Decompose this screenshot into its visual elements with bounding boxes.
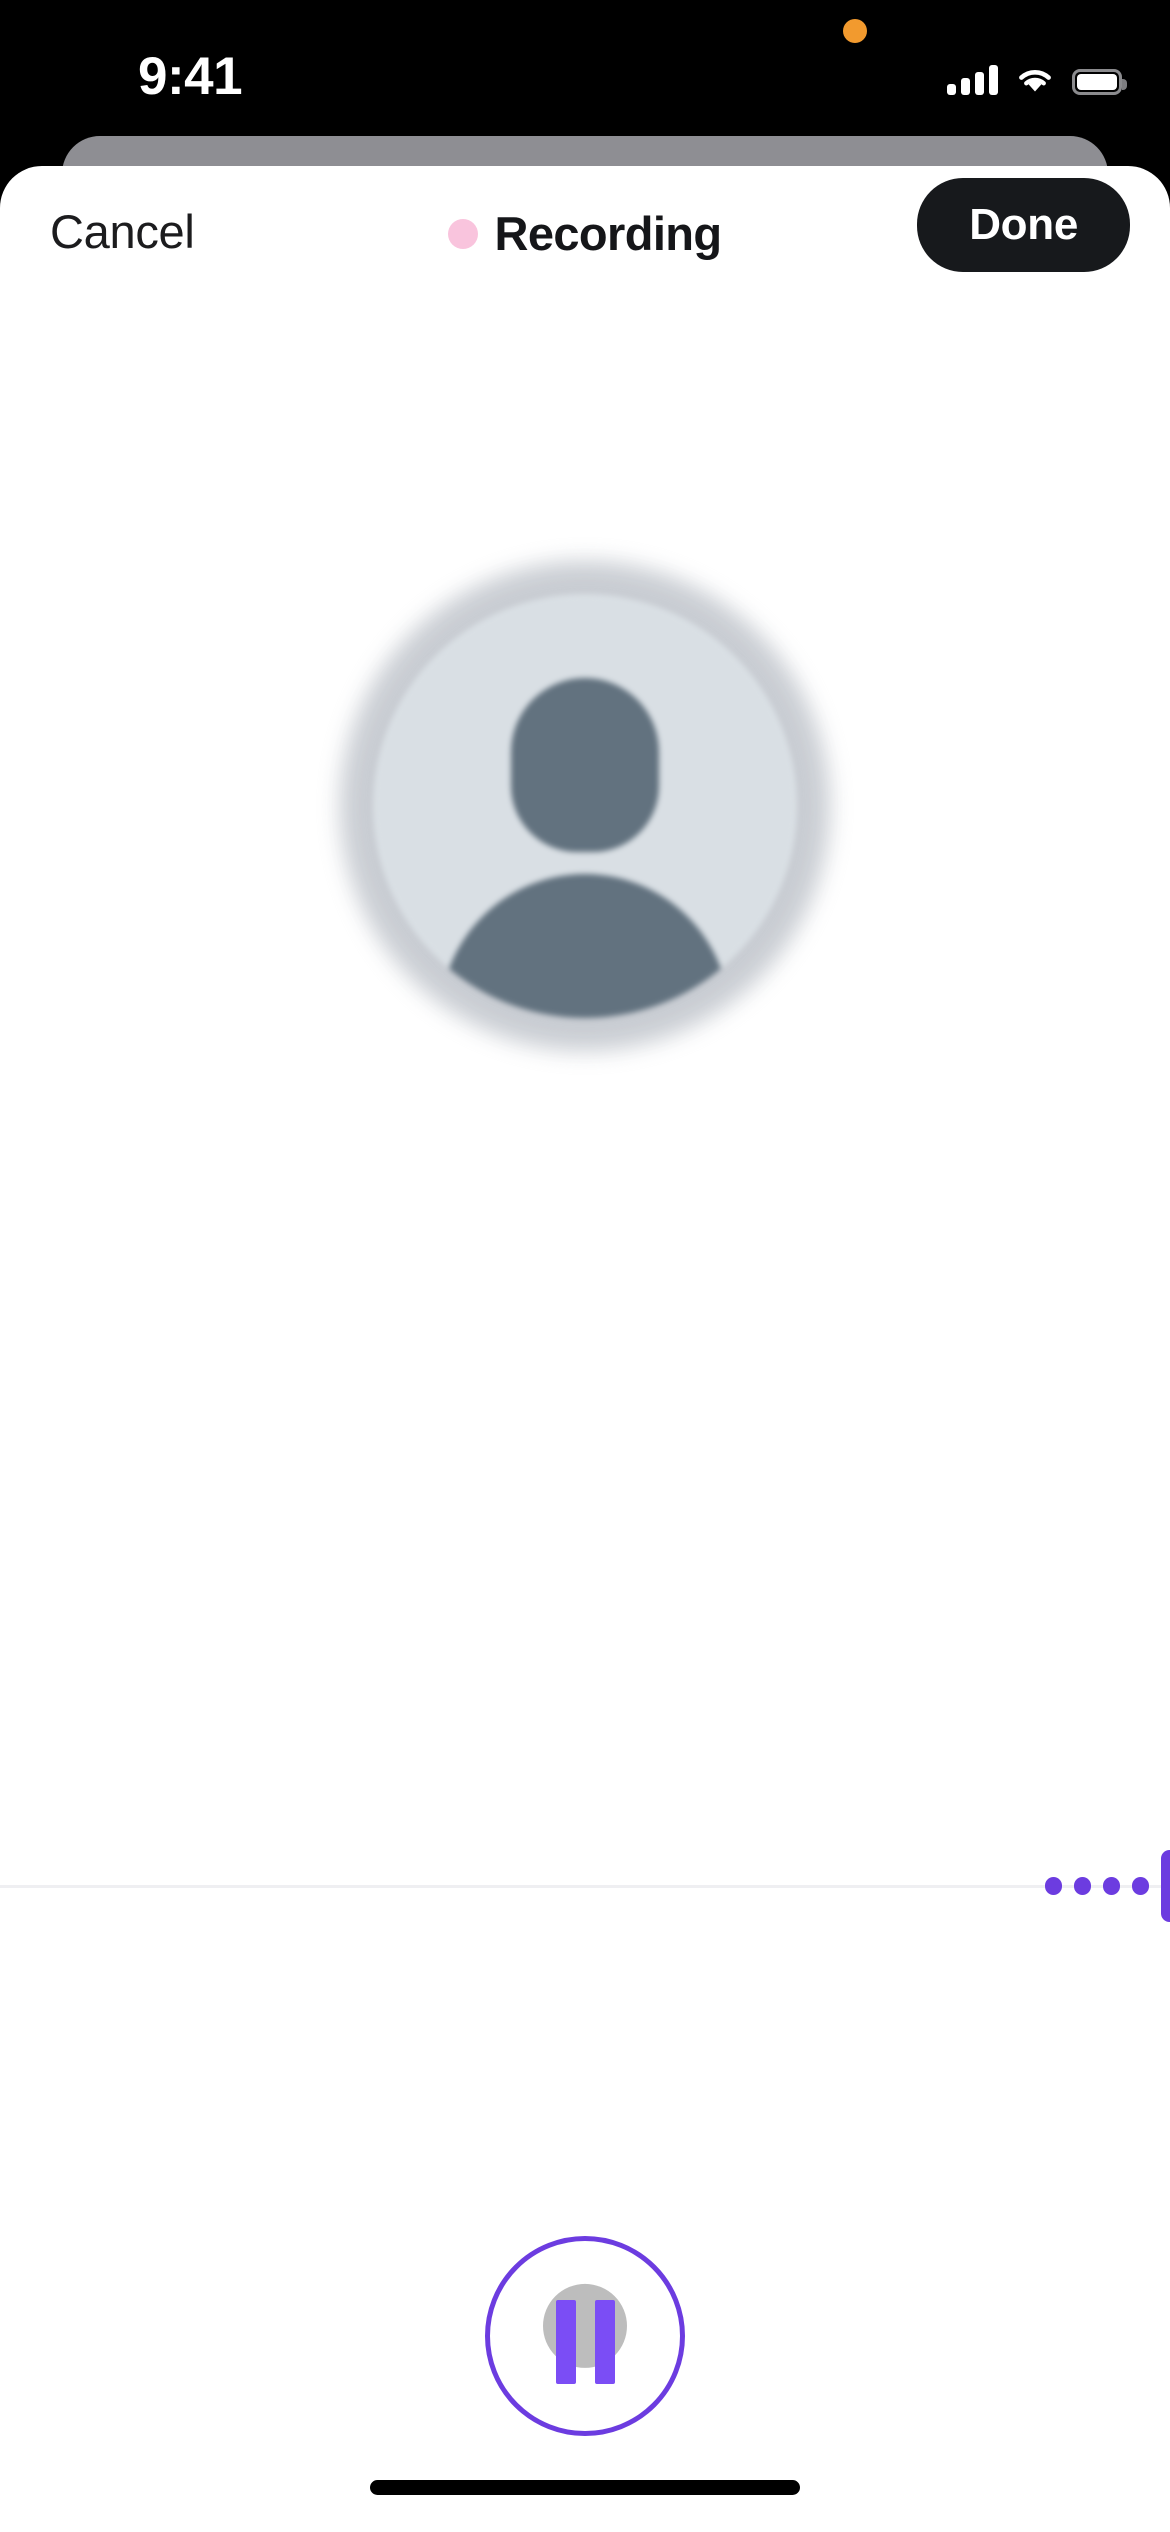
waveform-area [0,1736,1170,2036]
person-placeholder-avatar-icon [373,594,797,1018]
waveform-bar [1074,1877,1091,1895]
pause-recording-button[interactable] [485,2236,685,2436]
record-control-area [0,2221,1170,2451]
cellular-signal-icon [947,65,998,95]
waveform-bar [1045,1877,1062,1895]
recording-status-dot-icon [448,218,479,249]
avatar [340,561,830,1051]
status-bar-time: 9:41 [138,47,243,106]
waveform-bars [1045,1736,1170,2036]
microphone-in-use-dot-icon [843,19,867,43]
home-indicator[interactable] [370,2480,800,2495]
avatar-area [0,506,1170,1106]
waveform-active-bar [1161,1850,1170,1922]
recording-modal-sheet: Cancel Recording Done [0,166,1170,2532]
phone-screen: 9:41 Cancel Recording Done [0,0,1170,2532]
status-bar-indicators [947,57,1127,95]
battery-full-icon [1072,69,1127,95]
page-title: Recording [494,207,722,260]
pause-icon [555,2300,615,2384]
waveform-bar [1103,1877,1120,1895]
waveform-baseline [0,1885,1170,1888]
cancel-button[interactable]: Cancel [50,204,195,259]
sheet-header: Cancel Recording Done [0,166,1170,308]
waveform-bar [1132,1877,1149,1895]
status-bar: 9:41 [0,0,1170,155]
done-button[interactable]: Done [917,178,1130,272]
wifi-icon [1019,70,1051,92]
